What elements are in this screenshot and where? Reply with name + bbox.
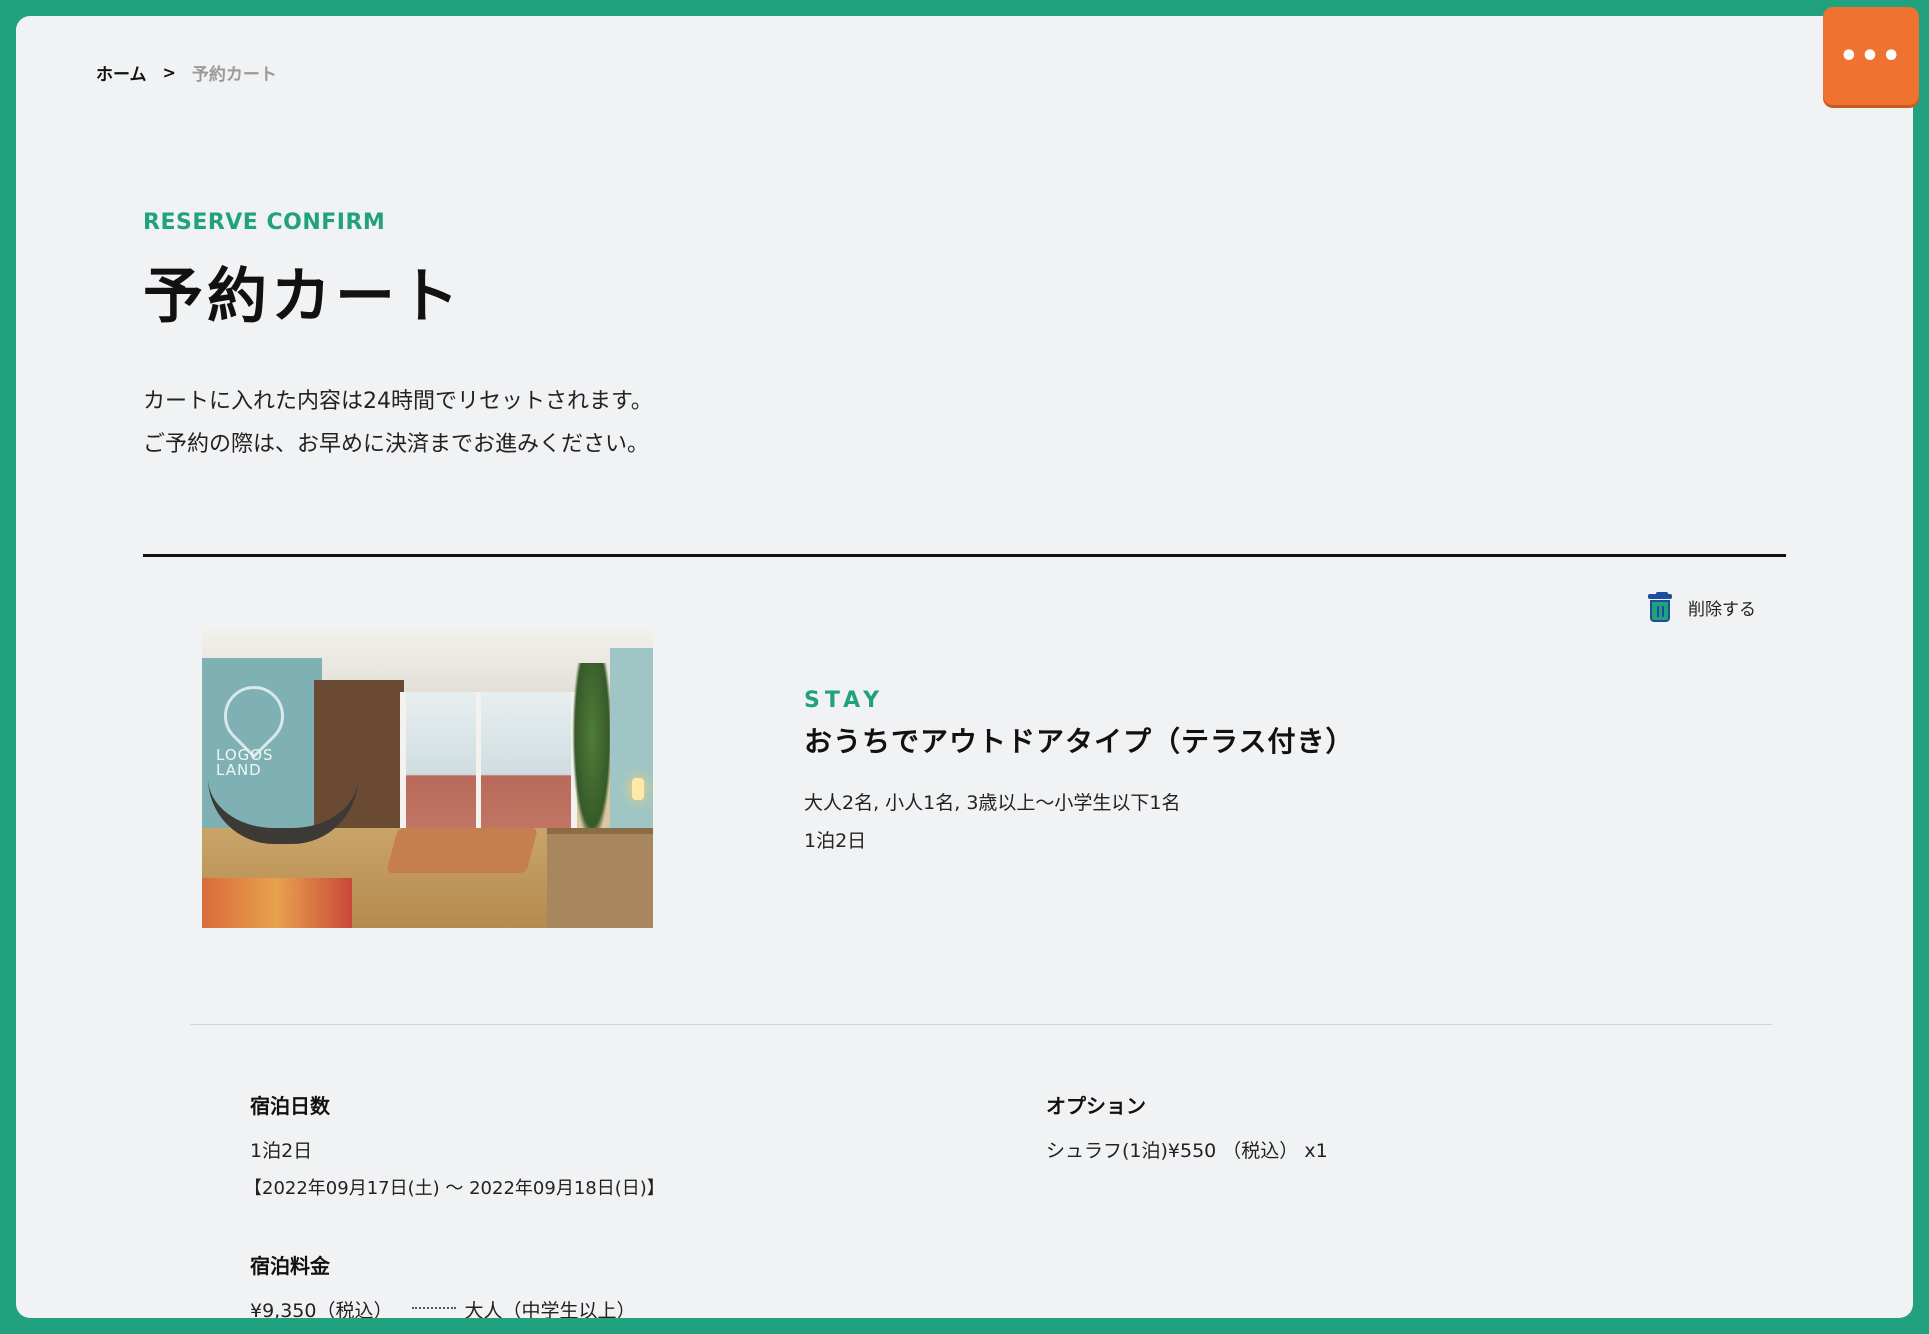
breadcrumb-current: 予約カート bbox=[191, 65, 277, 85]
room-name: おうちでアウトドアタイプ（テラス付き） bbox=[804, 725, 1355, 758]
stay-length-value: 1泊2日 bbox=[250, 1140, 313, 1162]
menu-button[interactable]: ••• bbox=[1823, 7, 1919, 105]
page-title: 予約カート bbox=[143, 262, 463, 332]
page-panel: ホーム > 予約カート RESERVE CONFIRM 予約カート カートに入れ… bbox=[16, 16, 1913, 1318]
stay-price-category: 大人（中学生以上） bbox=[464, 1300, 636, 1318]
stay-dates: 【2022年09月17日(土) 〜 2022年09月18日(日)】 bbox=[244, 1178, 665, 1199]
delete-item-label: 削除する bbox=[1688, 599, 1756, 620]
cart-notice-line: カートに入れた内容は24時間でリセットされます。 bbox=[143, 389, 653, 414]
dotted-leader bbox=[412, 1306, 457, 1309]
stay-price-row: ¥9,350（税込） 大人（中学生以上） bbox=[250, 1296, 636, 1318]
cart-notice: カートに入れた内容は24時間でリセットされます。 ご予約の際は、お早めに決済まで… bbox=[143, 380, 653, 466]
room-nights: 1泊2日 bbox=[804, 830, 867, 852]
cart-notice-line: ご予約の際は、お早めに決済までお進みください。 bbox=[143, 432, 650, 457]
stay-length-label: 宿泊日数 bbox=[250, 1094, 330, 1118]
room-photo: LOGOS LAND bbox=[202, 628, 653, 928]
item-divider bbox=[190, 1024, 1772, 1025]
room-guests: 大人2名, 小人1名, 3歳以上〜小学生以下1名 bbox=[804, 792, 1181, 814]
stay-price-amount: ¥9,350（税込） bbox=[250, 1300, 393, 1318]
breadcrumb-home-link[interactable]: ホーム bbox=[96, 60, 147, 85]
delete-item-button[interactable]: 削除する bbox=[1648, 592, 1756, 622]
chevron-right-icon: > bbox=[162, 63, 176, 82]
room-category: STAY bbox=[804, 688, 884, 713]
section-divider bbox=[143, 554, 1786, 557]
more-dots-icon: ••• bbox=[1839, 38, 1903, 74]
photo-logo-text: LOGOS LAND bbox=[216, 746, 274, 779]
stay-price-label: 宿泊料金 bbox=[250, 1254, 330, 1278]
options-label: オプション bbox=[1046, 1094, 1146, 1118]
breadcrumb: ホーム > 予約カート bbox=[96, 60, 277, 85]
options-value: シュラフ(1泊)¥550 （税込） x1 bbox=[1046, 1140, 1328, 1162]
page-subtitle: RESERVE CONFIRM bbox=[143, 210, 386, 235]
trash-icon bbox=[1648, 592, 1672, 622]
